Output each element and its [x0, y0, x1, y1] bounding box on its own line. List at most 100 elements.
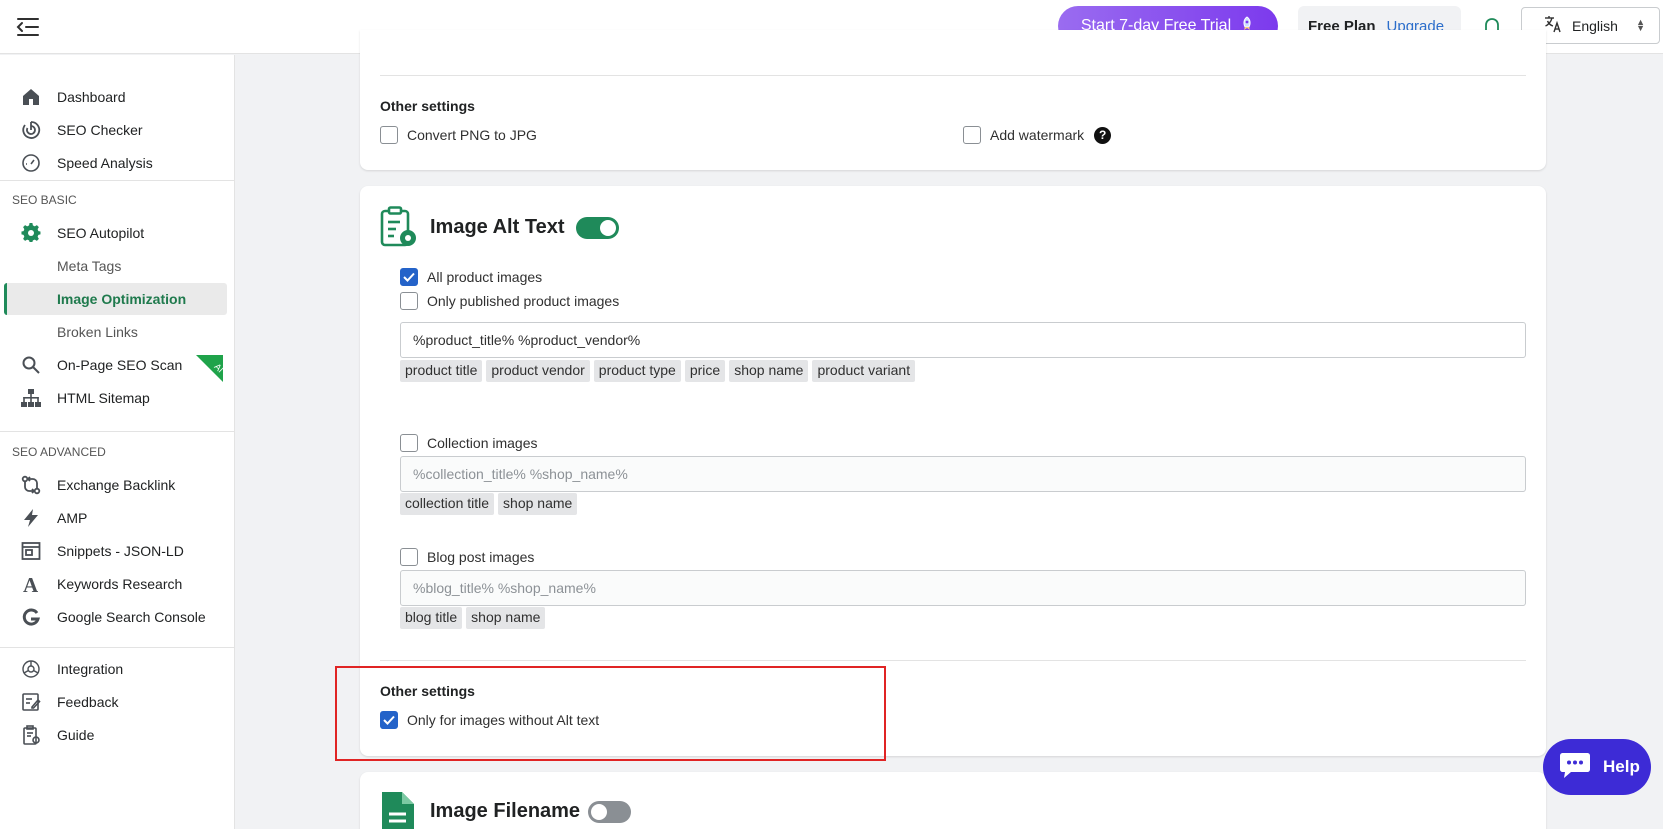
checkbox-box — [400, 434, 418, 452]
sidebar-item-label: Dashboard — [57, 89, 126, 105]
speedometer-icon — [20, 152, 42, 174]
sidebar-item-speed-analysis[interactable]: Speed Analysis — [0, 147, 235, 179]
checkbox-label: Only for images without Alt text — [407, 712, 600, 728]
sidebar-item-seo-autopilot[interactable]: SEO Autopilot — [0, 217, 235, 249]
image-alt-text-card: Image Alt Text All product images Only p… — [360, 186, 1546, 756]
checkbox-label: Only published product images — [427, 293, 620, 309]
language-label: English — [1572, 17, 1618, 34]
clipboard-gear-icon — [380, 206, 418, 248]
section-label-seo-basic: SEO BASIC — [12, 193, 77, 207]
card-divider — [380, 660, 1526, 661]
letter-a-icon: A — [20, 573, 42, 595]
sidebar-item-image-optimization[interactable]: Image Optimization — [4, 283, 227, 315]
checkbox-label: All product images — [427, 269, 543, 285]
sidebar-item-label: Snippets - JSON-LD — [57, 543, 184, 559]
product-tags: product title product vendor product typ… — [400, 360, 916, 382]
sidebar-item-keywords-research[interactable]: A Keywords Research — [0, 568, 235, 600]
tag-shop-name[interactable]: shop name — [729, 360, 809, 382]
tag-collection-title[interactable]: collection title — [400, 493, 495, 515]
sidebar-item-label: Broken Links — [57, 324, 138, 340]
sidebar-divider — [0, 180, 235, 181]
checkbox-label: Blog post images — [427, 549, 535, 565]
tag-product-vendor[interactable]: product vendor — [486, 360, 590, 382]
only-without-alt-checkbox[interactable]: Only for images without Alt text — [380, 711, 599, 729]
add-watermark-checkbox[interactable]: Add watermark ? — [963, 126, 1112, 144]
checkbox-box — [380, 126, 398, 144]
guide-icon — [20, 724, 42, 746]
blog-alt-template-input[interactable]: %blog_title% %shop_name% — [400, 570, 1526, 606]
sidebar-item-exchange-backlink[interactable]: Exchange Backlink — [0, 469, 235, 501]
search-icon — [20, 354, 42, 376]
document-icon — [380, 790, 416, 829]
section-label-seo-advanced: SEO ADVANCED — [12, 445, 106, 459]
sidebar-item-amp[interactable]: AMP — [0, 502, 235, 534]
checkbox-box — [380, 711, 398, 729]
chat-icon — [1559, 751, 1591, 784]
sidebar-divider — [0, 647, 235, 648]
sidebar-item-meta-tags[interactable]: Meta Tags — [0, 250, 235, 282]
feedback-icon — [20, 691, 42, 713]
tag-product-type[interactable]: product type — [593, 360, 681, 382]
alt-text-toggle[interactable] — [576, 217, 619, 239]
integration-icon — [20, 658, 42, 680]
toggle-knob — [591, 804, 607, 820]
checkbox-box — [400, 292, 418, 310]
sidebar-item-integration[interactable]: Integration — [0, 653, 235, 685]
tag-product-variant[interactable]: product variant — [812, 360, 916, 382]
tag-shop-name[interactable]: shop name — [498, 493, 578, 515]
sidebar-item-google-search-console[interactable]: Google Search Console — [0, 601, 235, 633]
card-divider — [380, 75, 1526, 76]
help-button[interactable]: Help — [1543, 739, 1651, 795]
sidebar-item-snippets[interactable]: Snippets - JSON-LD — [0, 535, 235, 567]
filename-toggle[interactable] — [588, 801, 631, 823]
tag-product-title[interactable]: product title — [400, 360, 483, 382]
collapse-menu-icon[interactable] — [16, 16, 40, 38]
sidebar-item-label: Integration — [57, 661, 124, 677]
convert-png-checkbox[interactable]: Convert PNG to JPG — [380, 126, 537, 144]
help-icon[interactable]: ? — [1094, 126, 1112, 144]
card-title: Image Filename — [430, 800, 581, 822]
help-label: Help — [1603, 757, 1640, 776]
card-title: Image Alt Text — [430, 216, 565, 238]
other-settings-label: Other settings — [380, 683, 475, 699]
sidebar-item-label: SEO Autopilot — [57, 225, 145, 241]
sidebar-item-label: Meta Tags — [57, 258, 122, 274]
blog-post-images-checkbox[interactable]: Blog post images — [400, 548, 534, 566]
sidebar-item-guide[interactable]: Guide — [0, 719, 235, 751]
sidebar-divider — [0, 431, 235, 432]
bolt-icon — [20, 507, 42, 529]
sidebar-item-label: Exchange Backlink — [57, 477, 176, 493]
blog-tags: blog title shop name — [400, 607, 546, 629]
checkbox-label: Convert PNG to JPG — [407, 127, 537, 143]
tag-shop-name[interactable]: shop name — [466, 607, 546, 629]
translate-icon — [1544, 15, 1562, 36]
sidebar-item-seo-checker[interactable]: SEO Checker — [0, 114, 235, 146]
sidebar-item-html-sitemap[interactable]: HTML Sitemap — [0, 382, 235, 414]
target-icon — [20, 119, 42, 141]
checkbox-label: Collection images — [427, 435, 538, 451]
product-alt-template-input[interactable]: %product_title% %product_vendor% — [400, 322, 1526, 358]
collection-images-checkbox[interactable]: Collection images — [400, 434, 538, 452]
sidebar: Dashboard SEO Checker Speed Analysis SEO… — [0, 55, 235, 829]
checkbox-box — [400, 268, 418, 286]
svg-text:A: A — [23, 574, 39, 594]
tag-blog-title[interactable]: blog title — [400, 607, 463, 629]
image-compression-card: Other settings Convert PNG to JPG Add wa… — [360, 30, 1546, 170]
select-caret-icon: ▲ ▼ — [1636, 17, 1645, 33]
all-product-images-checkbox[interactable]: All product images — [400, 268, 542, 286]
collection-alt-template-input[interactable]: %collection_title% %shop_name% — [400, 456, 1526, 492]
exchange-icon — [20, 474, 42, 496]
published-only-checkbox[interactable]: Only published product images — [400, 292, 619, 310]
sidebar-item-feedback[interactable]: Feedback — [0, 686, 235, 718]
google-icon — [20, 606, 42, 628]
sidebar-item-label: Google Search Console — [57, 609, 206, 625]
toggle-knob — [600, 220, 616, 236]
checkbox-box — [963, 126, 981, 144]
sidebar-item-dashboard[interactable]: Dashboard — [0, 81, 235, 113]
tag-price[interactable]: price — [684, 360, 726, 382]
checkbox-label: Add watermark — [990, 127, 1085, 143]
sidebar-item-label: SEO Checker — [57, 122, 143, 138]
sidebar-item-broken-links[interactable]: Broken Links — [0, 316, 235, 348]
home-icon — [20, 86, 42, 108]
collection-tags: collection title shop name — [400, 493, 578, 515]
